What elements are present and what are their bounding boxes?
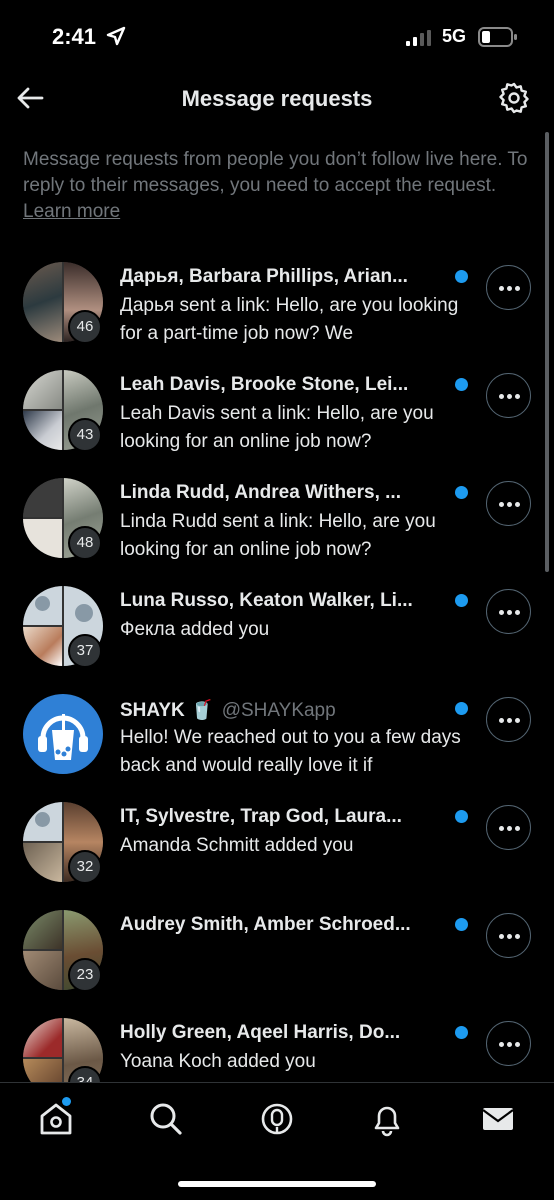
more-options-button[interactable] (486, 805, 531, 850)
message-preview: Amanda Schmitt added you (120, 835, 354, 856)
member-count-badge: 46 (68, 310, 102, 344)
unread-dot (455, 1026, 468, 1039)
message-preview: Дарья sent a link: Hello, are you lookin… (120, 295, 459, 344)
location-arrow-icon (106, 26, 126, 46)
gear-icon[interactable] (496, 80, 532, 116)
message-preview: Hello! We reached out to you a few days … (120, 727, 461, 776)
cellular-signal-icon (406, 30, 431, 46)
request-handle: @SHAYKapp (221, 700, 336, 721)
tab-search[interactable] (146, 1099, 186, 1139)
tab-notifications[interactable] (367, 1099, 407, 1139)
message-request-row[interactable]: 48 Linda Rudd, Andrea Withers, ... Linda… (0, 468, 554, 576)
request-name: Linda Rudd, Andrea Withers, ... (120, 482, 442, 504)
network-type: 5G (442, 26, 467, 46)
shayk-avatar (23, 694, 103, 774)
message-request-row[interactable]: 43 Leah Davis, Brooke Stone, Lei... Leah… (0, 360, 554, 468)
more-options-button[interactable] (486, 697, 531, 742)
request-name: Leah Davis, Brooke Stone, Lei... (120, 374, 442, 396)
member-count-badge: 23 (68, 958, 102, 992)
request-name: IT, Sylvestre, Trap God, Laura... (120, 806, 442, 828)
unread-dot (455, 918, 468, 931)
intro-text: Message requests from people you don’t f… (23, 147, 533, 225)
request-name-text: Linda Rudd, Andrea Withers, ... (120, 482, 401, 503)
request-name-text: IT, Sylvestre, Trap God, Laura... (120, 806, 402, 827)
request-name: Luna Russo, Keaton Walker, Li... (120, 590, 442, 612)
unread-dot (455, 378, 468, 391)
message-preview: Linda Rudd sent a link: Hello, are you l… (120, 511, 436, 560)
more-options-button[interactable] (486, 589, 531, 634)
message-preview: Yoana Koch added you (120, 1051, 316, 1072)
request-name-text: Audrey Smith, Amber Schroed... (120, 914, 411, 935)
battery-icon (478, 27, 517, 47)
more-options-button[interactable] (486, 373, 531, 418)
notification-dot (62, 1097, 71, 1106)
message-request-row[interactable]: 46 Дарья, Barbara Phillips, Arian... Дар… (0, 252, 554, 360)
page-title: Message requests (181, 86, 373, 111)
message-request-row[interactable]: 32 IT, Sylvestre, Trap God, Laura... Ama… (0, 792, 554, 900)
unread-dot (455, 702, 468, 715)
request-name: Audrey Smith, Amber Schroed... (120, 914, 442, 936)
member-count-badge: 48 (68, 526, 102, 560)
tab-home[interactable] (36, 1097, 76, 1139)
search-icon (150, 1103, 182, 1135)
request-name-text: Leah Davis, Brooke Stone, Lei... (120, 374, 409, 395)
unread-dot (455, 270, 468, 283)
request-name-text: Holly Green, Aqeel Harris, Do... (120, 1022, 401, 1043)
message-preview: Leah Davis sent a link: Hello, are you l… (120, 403, 434, 452)
more-options-button[interactable] (486, 265, 531, 310)
tab-messages[interactable] (478, 1099, 518, 1139)
message-request-row[interactable]: SHAYK 🥤 @SHAYKapp Hello! We reached out t… (0, 684, 554, 792)
member-count-badge: 37 (68, 634, 102, 668)
request-name: SHAYK 🥤 @SHAYKapp (120, 698, 442, 722)
intro-description: Message requests from people you don’t f… (23, 149, 528, 196)
learn-more-link[interactable]: Learn more (23, 201, 120, 222)
bubble-tea-headphones-icon (38, 714, 88, 760)
request-name-text: SHAYK 🥤 (120, 700, 214, 721)
more-options-button[interactable] (486, 1021, 531, 1066)
home-indicator (178, 1181, 376, 1187)
unread-dot (455, 486, 468, 499)
message-request-row[interactable]: 23 Audrey Smith, Amber Schroed... (0, 900, 554, 1008)
request-name: Holly Green, Aqeel Harris, Do... (120, 1022, 442, 1044)
bottom-tab-bar (0, 1082, 554, 1200)
request-name: Дарья, Barbara Phillips, Arian... (120, 266, 442, 288)
envelope-icon (482, 1108, 514, 1130)
request-name-text: Luna Russo, Keaton Walker, Li... (120, 590, 413, 611)
bell-icon (374, 1106, 400, 1137)
member-count-badge: 32 (68, 850, 102, 884)
header: Message requests (0, 70, 554, 128)
status-bar: 2:41 5G (0, 0, 554, 70)
message-request-row[interactable]: 37 Luna Russo, Keaton Walker, Li... Фекл… (0, 576, 554, 684)
home-icon (40, 1103, 72, 1135)
unread-dot (455, 594, 468, 607)
request-name-text: Дарья, Barbara Phillips, Arian... (120, 266, 408, 287)
more-options-button[interactable] (486, 913, 531, 958)
message-preview: Фекла added you (120, 619, 270, 640)
more-options-button[interactable] (486, 481, 531, 526)
status-time: 2:41 (52, 24, 97, 49)
member-count-badge: 43 (68, 418, 102, 452)
unread-dot (455, 810, 468, 823)
spaces-microphone-icon (261, 1103, 293, 1135)
tab-spaces[interactable] (257, 1099, 297, 1139)
